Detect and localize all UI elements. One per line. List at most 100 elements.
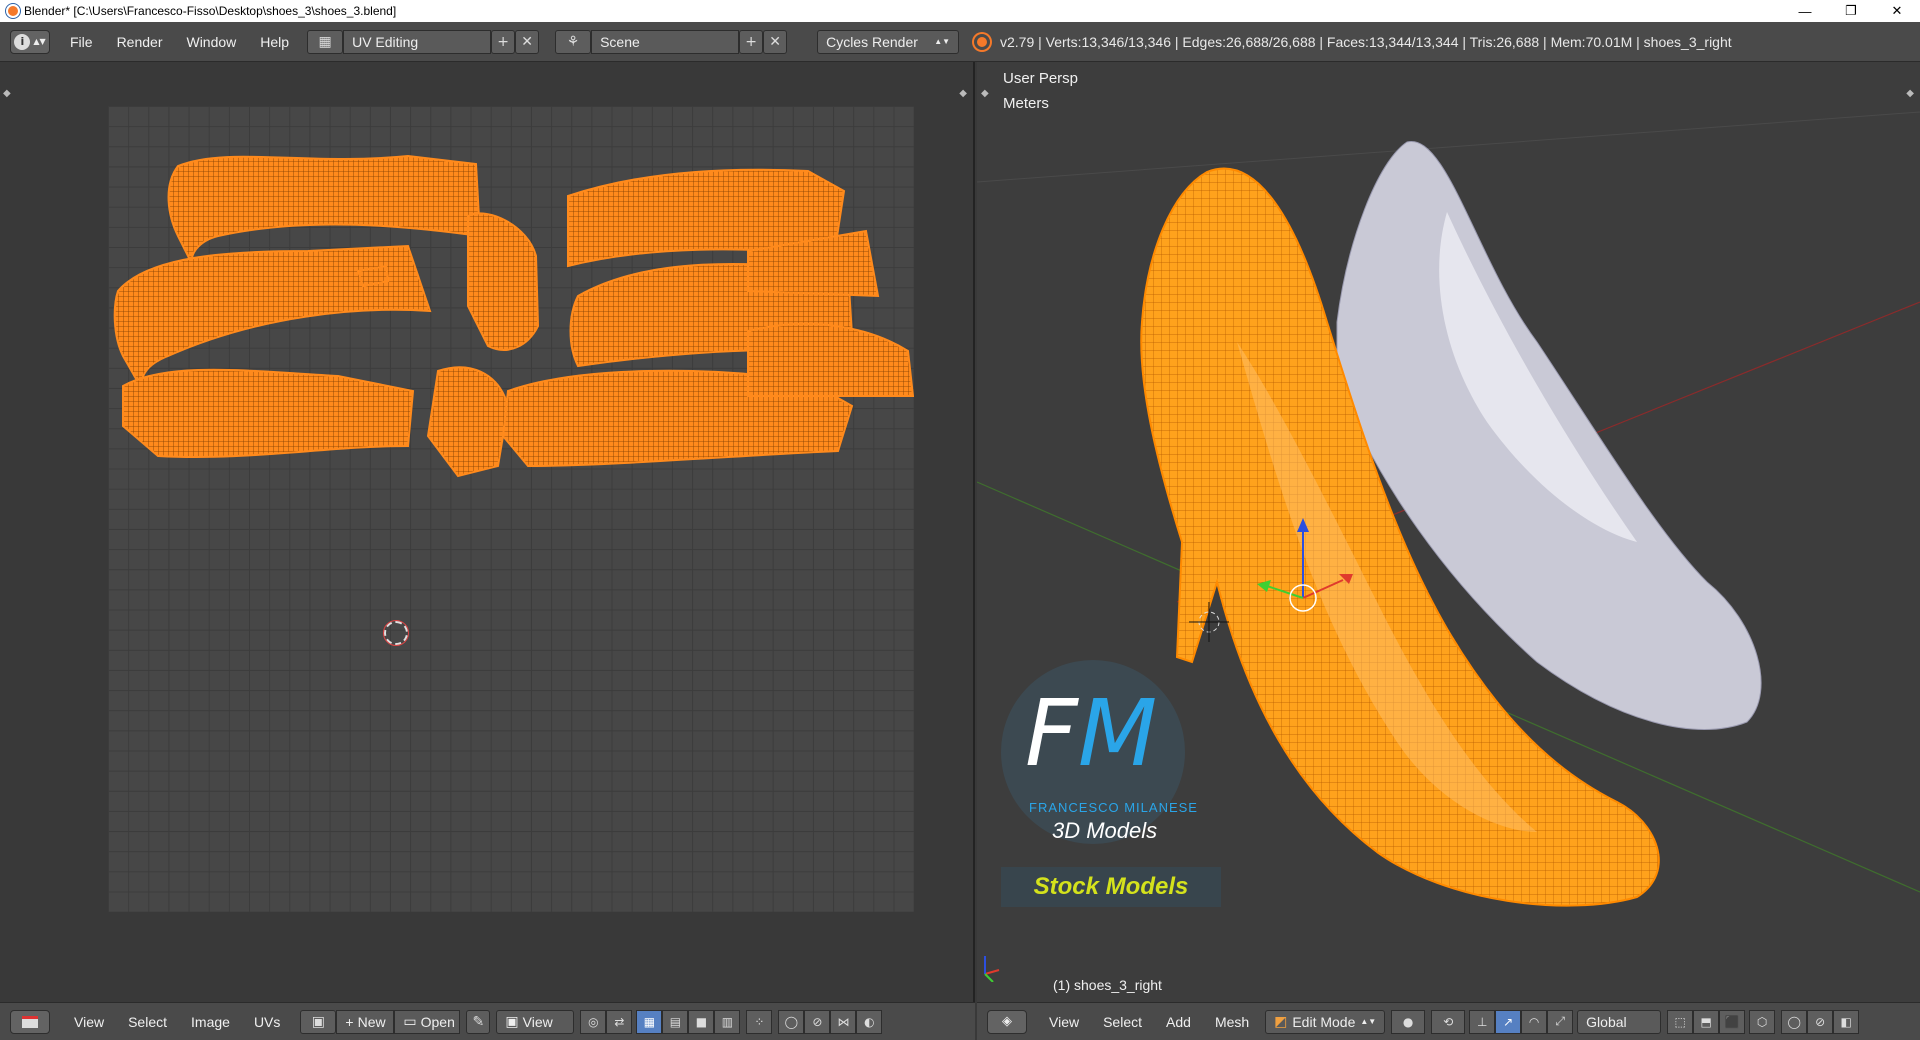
proportional-edit-icon[interactable]: ◯	[778, 1009, 805, 1034]
menu-image[interactable]: Image	[179, 1014, 242, 1030]
editor-type-info-button[interactable]: i ▲▼	[10, 29, 50, 54]
render-engine-label: Cycles Render	[826, 33, 918, 50]
uv-image-editor[interactable]: ◆ ◆	[0, 62, 975, 1002]
chevron-updown-icon: ▲▼	[1360, 1017, 1377, 1026]
plus-icon: +	[345, 1013, 354, 1030]
open-image-button[interactable]: ▭ Open	[394, 1009, 461, 1034]
uv-island	[467, 212, 540, 351]
menu-file[interactable]: File	[58, 34, 105, 50]
edge-select-icon[interactable]: ▤	[662, 1009, 689, 1034]
snap-toggle-icon[interactable]: ⊘	[1807, 1009, 1834, 1034]
uv-grid[interactable]	[108, 106, 915, 912]
3d-viewport[interactable]: ◆ ◆ User Persp Meters FM FRANCESCO MILAN…	[977, 62, 1920, 1002]
pin-icon[interactable]: ✎	[466, 1009, 491, 1034]
menu-mesh[interactable]: Mesh	[1203, 1014, 1261, 1030]
active-object-label: (1) shoes_3_right	[1053, 977, 1162, 993]
viewport-header: ◈ View Select Add Mesh ◩ Edit Mode ▲▼ ● …	[977, 1002, 1920, 1040]
window-title: Blender* [C:\Users\Francesco-Fisso\Deskt…	[24, 4, 397, 18]
new-image-label: New	[357, 1013, 386, 1030]
region-toggle-icon[interactable]: ◆	[959, 88, 967, 99]
uv-island	[747, 323, 915, 397]
image-mode-icon: ▣	[505, 1013, 519, 1029]
menu-view[interactable]: View	[62, 1014, 116, 1030]
manipulator-toggle-icon[interactable]: ⊥	[1469, 1009, 1496, 1034]
watermark-subtitle: 3D Models	[1052, 818, 1158, 843]
chevron-updown-icon: ▲▼	[33, 37, 46, 46]
viewport-scene[interactable]	[977, 62, 1920, 1002]
uv-editor-header: View Select Image UVs ▣ + New ▭ Open ✎ ▣…	[0, 1002, 975, 1040]
remove-screen-icon[interactable]: ✕	[515, 29, 540, 54]
cube-icon: ◈	[1002, 1014, 1012, 1029]
blender-logo-icon	[974, 34, 990, 50]
browse-image-icon[interactable]: ▣	[300, 1009, 337, 1034]
menu-view-3d[interactable]: View	[1037, 1014, 1091, 1030]
window-titlebar: Blender* [C:\Users\Francesco-Fisso\Deskt…	[0, 0, 1920, 22]
pivot-point-icon[interactable]: ⟲	[1431, 1009, 1466, 1034]
transform-orientation-dropdown[interactable]: Global	[1577, 1009, 1662, 1034]
info-header: i ▲▼ File Render Window Help ▦ UV Editin…	[0, 22, 1920, 62]
view-axis-gizmo	[984, 956, 1000, 982]
menu-select-3d[interactable]: Select	[1091, 1014, 1154, 1030]
uv-islands[interactable]	[108, 106, 915, 912]
vertex-select-icon[interactable]: ▦	[636, 1009, 663, 1034]
mode-label: Edit Mode	[1292, 1013, 1356, 1030]
vertex-mode-icon[interactable]: ⬚	[1667, 1009, 1694, 1034]
face-mode-icon[interactable]: ⬛	[1719, 1009, 1746, 1034]
mode-dropdown[interactable]: ◩ Edit Mode ▲▼	[1265, 1009, 1386, 1034]
menu-add[interactable]: Add	[1154, 1014, 1203, 1030]
face-select-icon[interactable]: ■	[688, 1009, 715, 1034]
grid-line	[977, 111, 1920, 183]
menu-help[interactable]: Help	[248, 34, 301, 50]
render-engine-dropdown[interactable]: Cycles Render ▲▼	[817, 29, 960, 54]
limit-selection-icon[interactable]: ⬡	[1749, 1009, 1776, 1034]
folder-icon: ▭	[403, 1013, 417, 1029]
chevron-updown-icon: ▲▼	[934, 37, 951, 46]
snap-target-icon[interactable]: ◧	[1833, 1009, 1860, 1034]
sync-selection-icon[interactable]: ⇄	[606, 1009, 633, 1034]
region-toggle-icon[interactable]: ◆	[3, 88, 11, 99]
minimize-button[interactable]: —	[1782, 0, 1828, 22]
blender-logo-icon	[6, 4, 20, 18]
scene-statistics: v2.79 | Verts:13,346/13,346 | Edges:26,6…	[1000, 34, 1732, 50]
uv-sculpt-icon[interactable]: ◐	[856, 1009, 883, 1034]
proportional-editing-icon[interactable]: ◯	[1781, 1009, 1808, 1034]
view-mode-label: View	[522, 1013, 553, 1030]
remove-scene-icon[interactable]: ✕	[763, 29, 788, 54]
new-image-button[interactable]: + New	[336, 1009, 395, 1034]
editor-type-image-button[interactable]	[10, 1009, 50, 1034]
add-scene-icon[interactable]: +	[739, 29, 764, 54]
menu-window[interactable]: Window	[174, 34, 248, 50]
snap-element-icon[interactable]: ⋈	[830, 1009, 857, 1034]
close-button[interactable]: ✕	[1874, 0, 1920, 22]
menu-uvs[interactable]: UVs	[242, 1014, 292, 1030]
view-mode-dropdown[interactable]: ▣ View	[496, 1009, 575, 1034]
translate-icon[interactable]: ↗	[1495, 1009, 1522, 1034]
info-icon: i	[14, 33, 31, 50]
island-select-icon[interactable]: ▥	[714, 1009, 741, 1034]
menu-render[interactable]: Render	[105, 34, 175, 50]
restore-button[interactable]: ❐	[1828, 0, 1874, 22]
screen-layout-icon[interactable]: ▦	[307, 29, 344, 54]
scale-icon[interactable]: ⤢	[1547, 1009, 1574, 1034]
add-screen-icon[interactable]: +	[491, 29, 516, 54]
2d-cursor-icon[interactable]	[383, 620, 409, 646]
editor-type-3d-button[interactable]: ◈	[987, 1009, 1027, 1034]
pivot-icon[interactable]: ◎	[580, 1009, 607, 1034]
snap-icon[interactable]: ⊘	[804, 1009, 831, 1034]
sticky-mode-icon[interactable]: ⁘	[746, 1009, 773, 1034]
watermark-fm-glyph: FM	[1025, 680, 1158, 787]
uv-island	[426, 366, 510, 478]
edge-mode-icon[interactable]: ⬒	[1693, 1009, 1720, 1034]
menu-select[interactable]: Select	[116, 1014, 179, 1030]
watermark-brand: FRANCESCO MILANESE	[1029, 800, 1198, 815]
screen-layout-field[interactable]: UV Editing	[343, 29, 492, 54]
rotate-icon[interactable]: ◠	[1521, 1009, 1548, 1034]
open-image-label: Open	[420, 1013, 455, 1030]
scene-icon[interactable]: ⚘	[555, 29, 592, 54]
scene-field[interactable]: Scene	[591, 29, 740, 54]
edit-mode-icon: ◩	[1274, 1013, 1288, 1029]
image-editor-icon	[22, 1015, 38, 1028]
viewport-shading-icon[interactable]: ●	[1391, 1009, 1426, 1034]
uv-island	[122, 368, 415, 459]
watermark-banner: Stock Models	[1001, 867, 1221, 907]
